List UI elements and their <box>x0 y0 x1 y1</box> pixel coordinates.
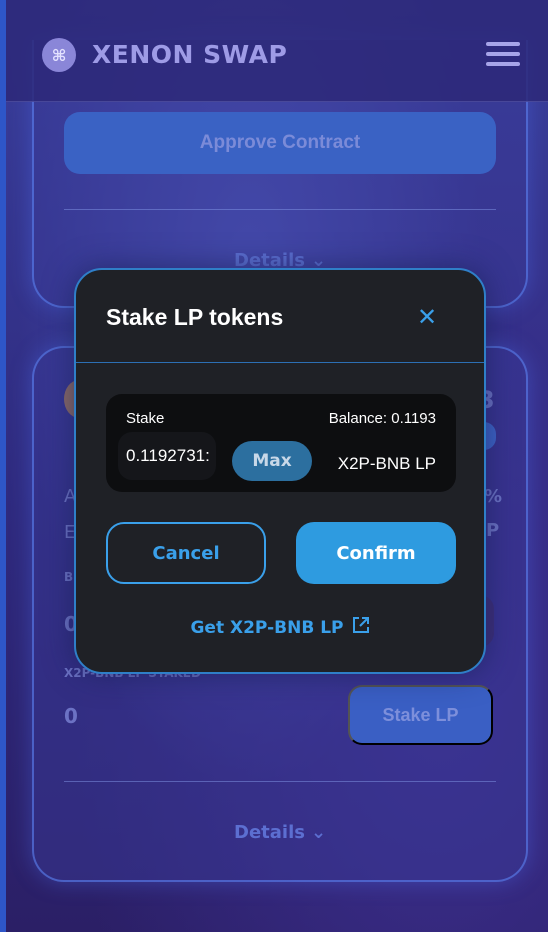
confirm-button[interactable]: Confirm <box>296 522 456 584</box>
chevron-down-icon: ⌄ <box>310 822 327 843</box>
stake-lp-button[interactable]: Stake LP <box>348 685 493 745</box>
get-lp-link[interactable]: Get X2P-BNB LP <box>76 616 484 639</box>
modal-divider <box>76 362 484 363</box>
brand-name[interactable]: XENON SWAP <box>92 40 287 69</box>
token-label: X2P-BNB LP <box>337 454 436 473</box>
balance-label: Balance: 0.1193 <box>328 410 436 427</box>
xenon-logo-icon[interactable]: ⌘ <box>42 38 76 72</box>
cancel-button[interactable]: Cancel <box>106 522 266 584</box>
close-icon[interactable]: ✕ <box>412 302 442 332</box>
max-button[interactable]: Max <box>232 441 312 481</box>
stake-label: Stake <box>126 410 165 427</box>
top-nav: ⌘ XENON SWAP <box>6 0 548 102</box>
staked-value: 0 <box>64 704 78 728</box>
approve-contract-button[interactable]: Approve Contract <box>64 112 496 174</box>
modal-title: Stake LP tokens <box>106 304 284 330</box>
stake-lp-modal: Stake LP tokens ✕ Stake Balance: 0.1193 … <box>74 268 486 674</box>
card-divider <box>64 209 496 210</box>
hamburger-icon[interactable] <box>486 42 520 68</box>
card-divider <box>64 781 496 782</box>
earned-label: B <box>64 570 74 584</box>
get-lp-label: Get X2P-BNB LP <box>190 617 344 638</box>
stake-amount-input[interactable] <box>118 432 216 480</box>
details-label: Details <box>234 822 305 843</box>
external-link-icon <box>352 616 370 639</box>
earn-value: P <box>486 520 500 541</box>
details-toggle-bottom[interactable]: Details ⌄ <box>234 822 326 843</box>
apr-value: % <box>484 486 503 507</box>
stake-input-panel: Stake Balance: 0.1193 Max X2P-BNB LP <box>106 394 456 492</box>
